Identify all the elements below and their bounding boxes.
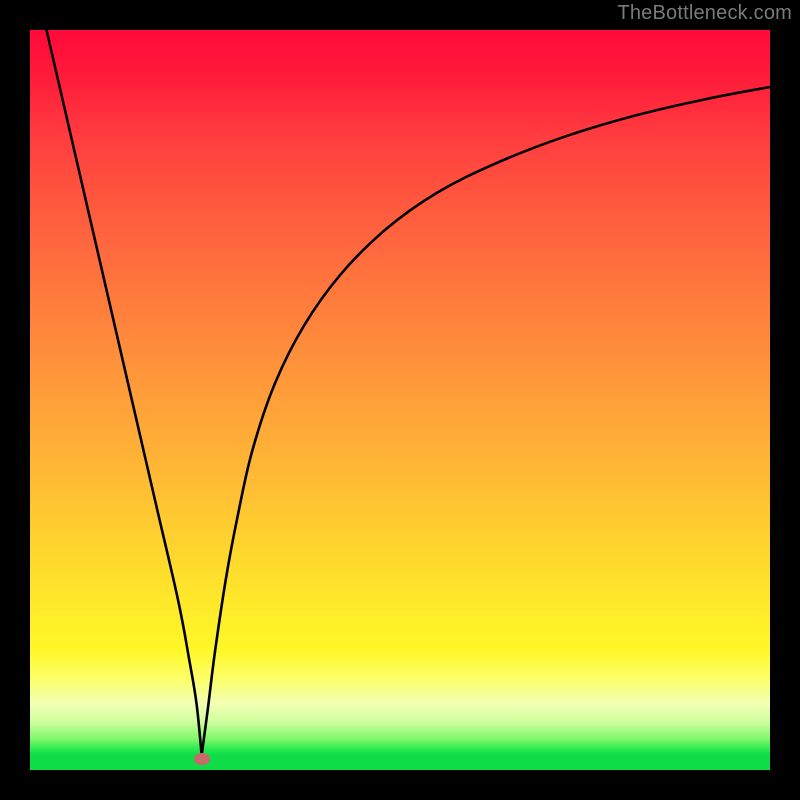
chart-frame: TheBottleneck.com <box>0 0 800 800</box>
curve-overlay <box>30 30 770 770</box>
bottleneck-marker <box>194 753 210 765</box>
plot-area <box>30 30 770 770</box>
curve-left-branch <box>45 30 202 755</box>
curve-right-branch <box>202 87 770 755</box>
watermark-text: TheBottleneck.com <box>617 2 792 25</box>
